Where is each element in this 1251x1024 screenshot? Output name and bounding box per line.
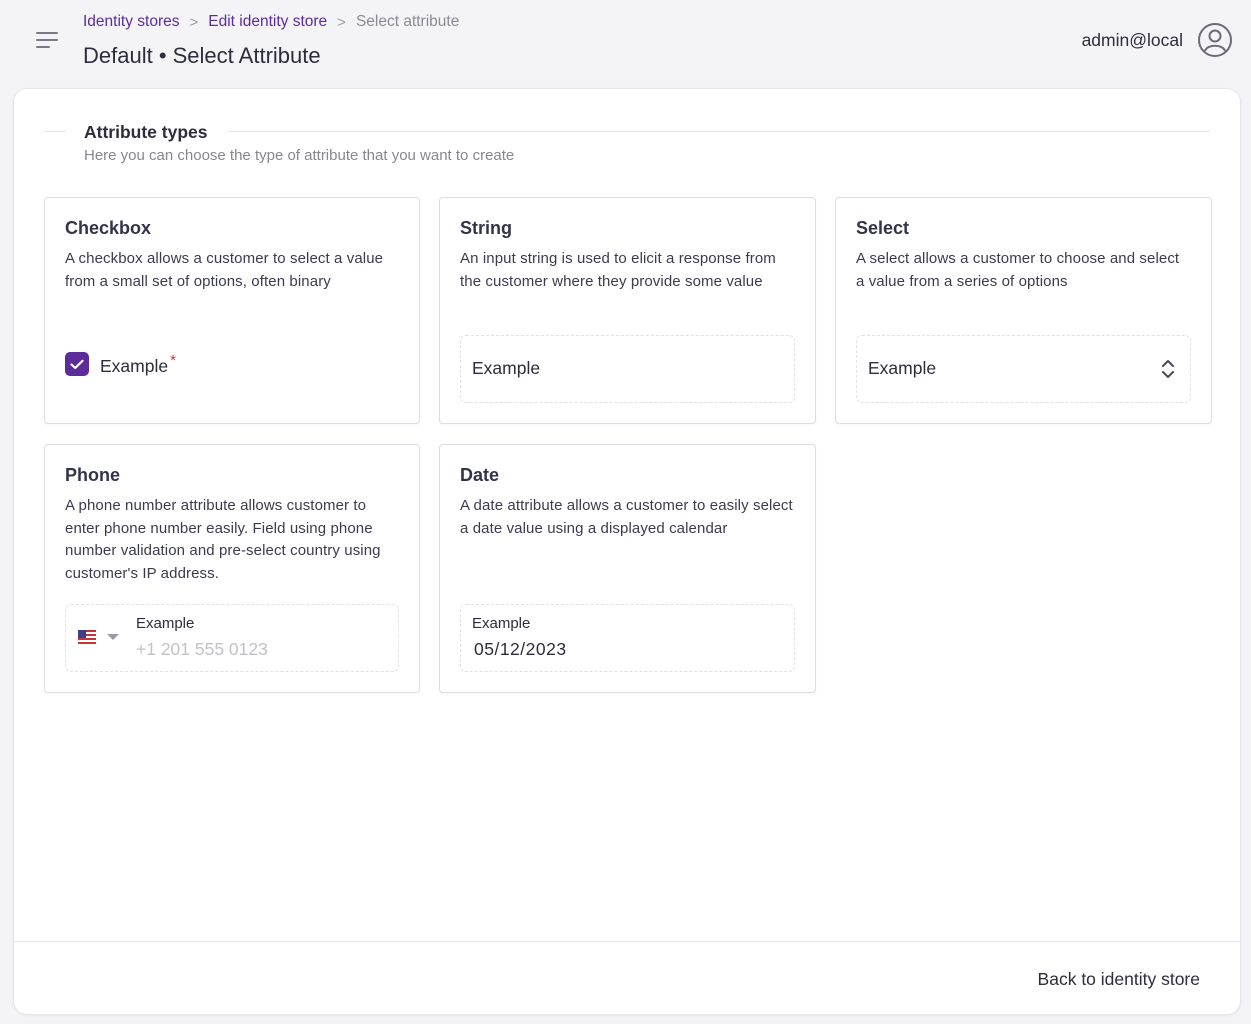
card-description: An input string is used to elicit a resp… xyxy=(460,250,776,290)
divider xyxy=(228,131,1210,132)
breadcrumb-separator: > xyxy=(337,13,346,31)
example-phone-input[interactable]: Example +1 201 555 0123 xyxy=(65,604,399,672)
menu-icon[interactable] xyxy=(34,28,60,52)
phone-field-label: Example xyxy=(136,615,195,632)
date-field-label: Example xyxy=(472,615,531,632)
card-description: A select allows a customer to choose and… xyxy=(856,250,1180,290)
breadcrumb-identity-stores[interactable]: Identity stores xyxy=(83,13,180,31)
checkbox-label: Example * xyxy=(100,352,176,376)
example-select[interactable]: Example xyxy=(856,335,1191,403)
select-value: Example xyxy=(868,358,937,378)
example-string-input[interactable]: Example xyxy=(460,335,795,403)
main-panel: Attribute types Here you can choose the … xyxy=(13,88,1241,1015)
divider xyxy=(44,131,66,132)
attribute-card-date[interactable]: Date A date attribute allows a customer … xyxy=(439,444,816,693)
card-title: Select xyxy=(856,218,910,238)
card-title: String xyxy=(460,218,512,238)
us-flag-icon[interactable] xyxy=(78,630,96,644)
card-title: Date xyxy=(460,465,500,485)
breadcrumb-edit-identity-store[interactable]: Edit identity store xyxy=(208,13,327,31)
example-date-input[interactable]: Example 05/12/2023 xyxy=(460,604,795,672)
card-title: Phone xyxy=(65,465,121,485)
breadcrumb-separator: > xyxy=(189,13,199,31)
page-title: Default • Select Attribute xyxy=(83,43,321,68)
phone-placeholder: +1 201 555 0123 xyxy=(136,639,268,659)
string-placeholder: Example xyxy=(472,358,541,378)
example-checkbox[interactable]: Example * xyxy=(65,352,176,377)
select-updown-icon xyxy=(1162,360,1174,378)
section-title: Attribute types xyxy=(84,122,208,142)
breadcrumb: Identity stores > Edit identity store > … xyxy=(83,13,459,31)
card-description: A phone number attribute allows customer… xyxy=(65,497,381,582)
checkbox-checked-icon[interactable] xyxy=(65,352,89,377)
back-to-identity-store-button[interactable]: Back to identity store xyxy=(1038,969,1200,990)
user-name: admin@local xyxy=(1081,29,1183,50)
attribute-card-checkbox[interactable]: Checkbox A checkbox allows a customer to… xyxy=(44,197,420,424)
footer-divider xyxy=(14,941,1240,942)
attribute-card-phone[interactable]: Phone A phone number attribute allows cu… xyxy=(44,444,420,693)
attribute-card-string[interactable]: String An input string is used to elicit… xyxy=(439,197,816,424)
card-description: A date attribute allows a customer to ea… xyxy=(460,497,793,537)
caret-down-icon[interactable] xyxy=(106,633,120,641)
required-mark: * xyxy=(170,352,176,369)
user-avatar-icon xyxy=(1198,23,1232,57)
user-menu[interactable]: admin@local xyxy=(1082,22,1233,58)
section-description: Here you can choose the type of attribut… xyxy=(84,147,515,164)
card-title: Checkbox xyxy=(65,218,152,238)
card-description: A checkbox allows a customer to select a… xyxy=(65,250,384,290)
date-value: 05/12/2023 xyxy=(474,639,567,659)
breadcrumb-current: Select attribute xyxy=(355,13,460,30)
attribute-card-select[interactable]: Select A select allows a customer to cho… xyxy=(835,197,1212,424)
